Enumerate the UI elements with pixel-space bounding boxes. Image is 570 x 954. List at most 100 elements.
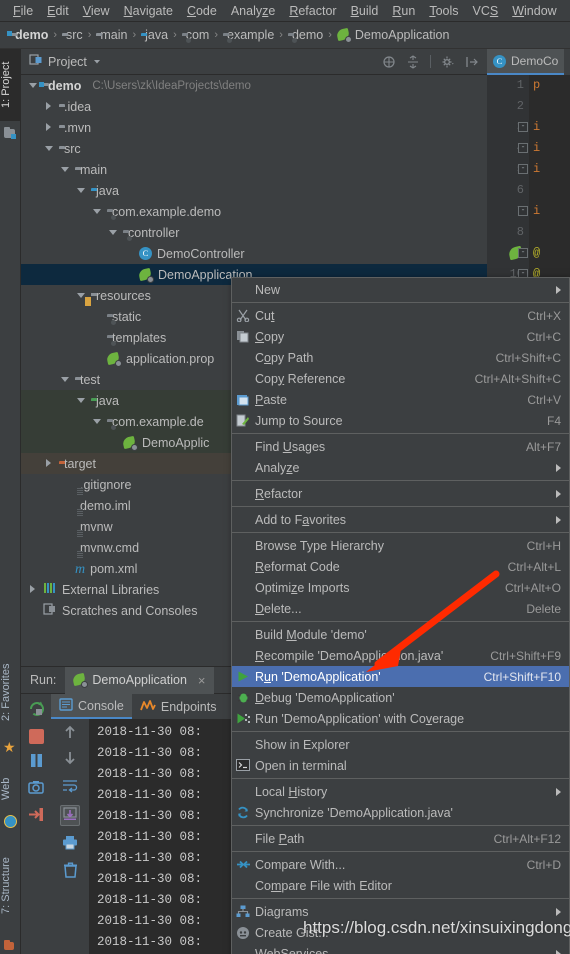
print-icon[interactable] [62, 835, 78, 853]
code-line[interactable]: p [529, 75, 570, 96]
context-menu-item-paste[interactable]: Paste Ctrl+V [232, 389, 569, 410]
hide-panel-icon[interactable] [465, 55, 479, 69]
chevron-down-icon[interactable] [61, 165, 70, 174]
menu-item-file[interactable]: File [6, 2, 40, 20]
scroll-to-end-icon[interactable] [60, 805, 80, 826]
context-menu-item-local-history[interactable]: Local History [232, 781, 569, 802]
sidebar-item-favorites[interactable]: 2: Favorites [0, 649, 21, 735]
project-structure-icon[interactable] [4, 126, 16, 141]
context-menu-item-debug-demoapplication[interactable]: Debug 'DemoApplication' [232, 687, 569, 708]
code-line[interactable] [529, 96, 570, 117]
expand-all-icon[interactable] [406, 54, 420, 69]
context-menu-item-new[interactable]: New [232, 279, 569, 300]
breadcrumb-item-demo[interactable]: demo [285, 28, 326, 42]
code-line[interactable]: @ - [518, 243, 570, 264]
context-menu-item-compare-file-with-editor[interactable]: Compare File with Editor [232, 875, 569, 896]
tree-node-demo[interactable]: demo C:\Users\zk\IdeaProjects\demo [21, 75, 487, 96]
context-menu-item-reformat-code[interactable]: Reformat Code Ctrl+Alt+L [232, 556, 569, 577]
context-menu-item-cut[interactable]: Cut Ctrl+X [232, 305, 569, 326]
scroll-up-icon[interactable] [63, 724, 77, 742]
tree-node-src[interactable]: src [21, 138, 487, 159]
context-menu[interactable]: New Cut Ctrl+X Copy Ctrl+C Copy Path Ctrl+Shif… [231, 277, 570, 954]
tree-node-controller[interactable]: controller [21, 222, 487, 243]
sidebar-item-web[interactable]: Web [0, 767, 21, 811]
context-menu-item-optimize-imports[interactable]: Optimize Imports Ctrl+Alt+O [232, 577, 569, 598]
chevron-down-icon[interactable] [77, 186, 86, 195]
soft-wrap-icon[interactable] [62, 778, 78, 796]
sidebar-item-project[interactable]: 1: Project [0, 49, 21, 121]
code-line[interactable]: i- [518, 138, 570, 159]
chevron-right-icon[interactable] [29, 585, 38, 594]
exit-icon[interactable] [28, 807, 44, 825]
collapse-all-icon[interactable] [382, 55, 396, 69]
context-menu-item-add-to-favorites[interactable]: Add to Favorites [232, 509, 569, 530]
context-menu-item-run-demoapplication-with-coverage[interactable]: Run 'DemoApplication' with Coverage [232, 708, 569, 729]
tab-console[interactable]: Console [51, 694, 132, 719]
menu-item-view[interactable]: View [76, 2, 117, 20]
menu-item-tools[interactable]: Tools [422, 2, 465, 20]
chevron-down-icon[interactable] [77, 396, 86, 405]
menu-item-edit[interactable]: Edit [40, 2, 76, 20]
scroll-down-icon[interactable] [63, 751, 77, 769]
context-menu-item-compare-with[interactable]: Compare With... Ctrl+D [232, 854, 569, 875]
tree-node-main[interactable]: main [21, 159, 487, 180]
chevron-right-icon[interactable] [45, 123, 54, 132]
breadcrumb-item-demoapplication[interactable]: DemoApplication [334, 27, 453, 43]
code-fold-marker[interactable]: - [518, 206, 528, 216]
chevron-down-icon[interactable] [92, 55, 102, 69]
code-fold-marker[interactable]: - [518, 164, 528, 174]
code-line[interactable]: i- [518, 201, 570, 222]
menu-item-analyze[interactable]: Analyze [224, 2, 282, 20]
tree-node-com-example-demo[interactable]: com.example.demo [21, 201, 487, 222]
code-line[interactable] [529, 180, 570, 201]
chevron-down-icon[interactable] [109, 228, 118, 237]
editor-tab-democontroller[interactable]: C DemoCo [487, 49, 565, 75]
context-menu-item-analyze[interactable]: Analyze [232, 457, 569, 478]
context-menu-item-recompile-demoapplication-java[interactable]: Recompile 'DemoApplication.java' Ctrl+Shi… [232, 645, 569, 666]
code-fold-marker[interactable]: - [518, 248, 528, 258]
menu-item-navigate[interactable]: Navigate [117, 2, 180, 20]
context-menu-item-jump-to-source[interactable]: Jump to Source F4 [232, 410, 569, 431]
chevron-down-icon[interactable] [45, 144, 54, 153]
menu-item-hel[interactable]: Hel [564, 2, 570, 20]
menu-item-refactor[interactable]: Refactor [282, 2, 343, 20]
structure-icon[interactable] [4, 939, 14, 953]
code-line[interactable]: i- [518, 117, 570, 138]
context-menu-item-file-path[interactable]: File Path Ctrl+Alt+F12 [232, 828, 569, 849]
context-menu-item-build-module-demo[interactable]: Build Module 'demo' [232, 624, 569, 645]
context-menu-item-synchronize-demoapplication-java[interactable]: Synchronize 'DemoApplication.java' [232, 802, 569, 823]
breadcrumb-item-src[interactable]: src [59, 28, 86, 42]
menu-item-window[interactable]: Window [505, 2, 563, 20]
tree-node--mvn[interactable]: .mvn [21, 117, 487, 138]
tree-node-java[interactable]: java [21, 180, 487, 201]
tree-node-democontroller[interactable]: C DemoController [21, 243, 487, 264]
chevron-right-icon[interactable] [45, 102, 54, 111]
menu-item-run[interactable]: Run [385, 2, 422, 20]
chevron-down-icon[interactable] [29, 81, 38, 90]
context-menu-item-show-in-explorer[interactable]: Show in Explorer [232, 734, 569, 755]
breadcrumb-item-main[interactable]: main [93, 28, 130, 42]
chevron-right-icon[interactable] [45, 459, 54, 468]
menu-item-build[interactable]: Build [344, 2, 386, 20]
run-config-tab[interactable]: DemoApplication × [65, 666, 214, 694]
context-menu-item-refactor[interactable]: Refactor [232, 483, 569, 504]
rerun-icon[interactable] [28, 700, 45, 720]
context-menu-item-copy-reference[interactable]: Copy Reference Ctrl+Alt+Shift+C [232, 368, 569, 389]
settings-gear-icon[interactable] [441, 55, 455, 69]
context-menu-item-delete[interactable]: Delete... Delete [232, 598, 569, 619]
code-line[interactable] [529, 222, 570, 243]
breadcrumb-item-example[interactable]: example [220, 28, 277, 42]
chevron-down-icon[interactable] [93, 207, 102, 216]
context-menu-item-webservices[interactable]: WebServices [232, 943, 569, 954]
pause-icon[interactable] [29, 753, 44, 771]
menu-item-code[interactable]: Code [180, 2, 224, 20]
menu-item-vcs[interactable]: VCS [466, 2, 506, 20]
breadcrumb-item-demo[interactable]: demo [8, 28, 51, 42]
context-menu-item-find-usages[interactable]: Find Usages Alt+F7 [232, 436, 569, 457]
chevron-down-icon[interactable] [93, 417, 102, 426]
sidebar-item-structure[interactable]: 7: Structure [0, 837, 21, 935]
code-fold-marker[interactable]: - [518, 143, 528, 153]
stop-icon[interactable] [28, 729, 44, 744]
dump-threads-icon[interactable] [28, 780, 44, 798]
context-menu-item-copy[interactable]: Copy Ctrl+C [232, 326, 569, 347]
